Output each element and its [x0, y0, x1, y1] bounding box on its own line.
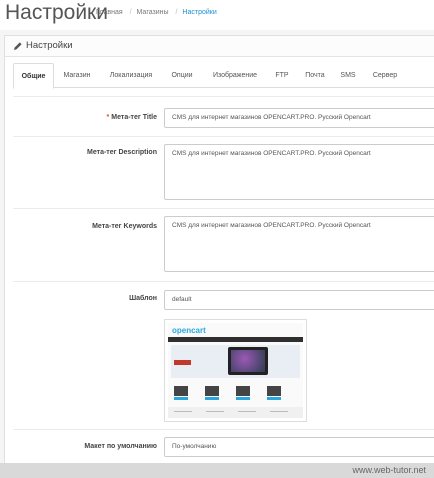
tab-localization[interactable]: Локализация [103, 63, 159, 88]
meta-description-label: Мета-тег Description [87, 149, 157, 156]
tab-general[interactable]: Общие [13, 63, 54, 89]
template-label: Шаблон [129, 295, 157, 302]
tab-ftp[interactable]: FTP [270, 63, 294, 88]
breadcrumb-stores[interactable]: Магазины [137, 9, 169, 16]
watermark-bar: www.web-tutor.net [0, 463, 434, 478]
required-mark: * [106, 114, 110, 121]
breadcrumb-separator: / [175, 9, 178, 16]
meta-title-label: * Мета-тег Title [106, 114, 157, 121]
preview-footer-line [174, 411, 192, 412]
preview-product [205, 386, 219, 396]
preview-product-button [174, 397, 188, 400]
tab-options[interactable]: Опции [165, 63, 199, 88]
form-row-template: Шаблон default opencart [13, 281, 434, 427]
pencil-icon [14, 42, 22, 50]
preview-banner-button [174, 360, 191, 365]
panel-heading: Настройки [5, 36, 434, 57]
page-title: Настройки [5, 1, 108, 24]
tab-store[interactable]: Магазин [57, 63, 97, 88]
preview-footer-line [270, 411, 288, 412]
preview-product [236, 386, 250, 396]
opencart-logo: opencart [172, 326, 206, 335]
panel-title: Настройки [26, 40, 73, 51]
meta-keywords-textarea[interactable]: CMS для интернет магазинов OPENCART.PRO.… [164, 216, 434, 272]
preview-footer [168, 407, 303, 418]
preview-footer-line [238, 411, 256, 412]
breadcrumb-settings[interactable]: Настройки [182, 9, 216, 16]
preview-tablet-screen [231, 350, 265, 372]
preview-product [267, 386, 281, 396]
breadcrumb: Главная / Магазины / Настройки [96, 9, 219, 16]
breadcrumb-home[interactable]: Главная [96, 9, 123, 16]
tab-mail[interactable]: Почта [300, 63, 330, 88]
tab-sms[interactable]: SMS [336, 63, 360, 88]
form-row-meta-keywords: Мета-тег Keywords CMS для интернет магаз… [13, 208, 434, 280]
template-select[interactable]: default [164, 290, 434, 310]
settings-panel: Настройки Общие Магазин Локализация Опци… [4, 35, 434, 465]
breadcrumb-separator: / [129, 9, 132, 16]
tab-server[interactable]: Сервер [367, 63, 403, 88]
preview-product-button [267, 397, 281, 400]
form-row-meta-title: * Мета-тег Title CMS для интернет магазин… [13, 96, 434, 134]
template-preview-image: opencart [164, 319, 307, 422]
preview-footer-line [206, 411, 224, 412]
meta-title-input[interactable]: CMS для интернет магазинов OPENCART.PRO.… [164, 108, 434, 128]
meta-keywords-label: Мета-тег Keywords [92, 223, 157, 230]
preview-product-button [205, 397, 219, 400]
tab-image[interactable]: Изображение [206, 63, 264, 88]
form-row-default-layout: Макет по умолчанию По-умолчанию [13, 429, 434, 466]
default-layout-label: Макет по умолчанию [84, 443, 157, 450]
preview-product-button [236, 397, 250, 400]
default-layout-select[interactable]: По-умолчанию [164, 437, 434, 457]
settings-tabs: Общие Магазин Локализация Опции Изображе… [13, 63, 434, 89]
watermark-text: www.web-tutor.net [352, 465, 426, 475]
meta-description-textarea[interactable]: CMS для интернет магазинов OPENCART.PRO.… [164, 144, 434, 200]
page-header: Настройки Главная / Магазины / Настройки [0, 0, 434, 30]
form-row-meta-description: Мета-тег Description CMS для интернет ма… [13, 136, 434, 206]
preview-menu-bar [168, 337, 303, 342]
preview-product [174, 386, 188, 396]
